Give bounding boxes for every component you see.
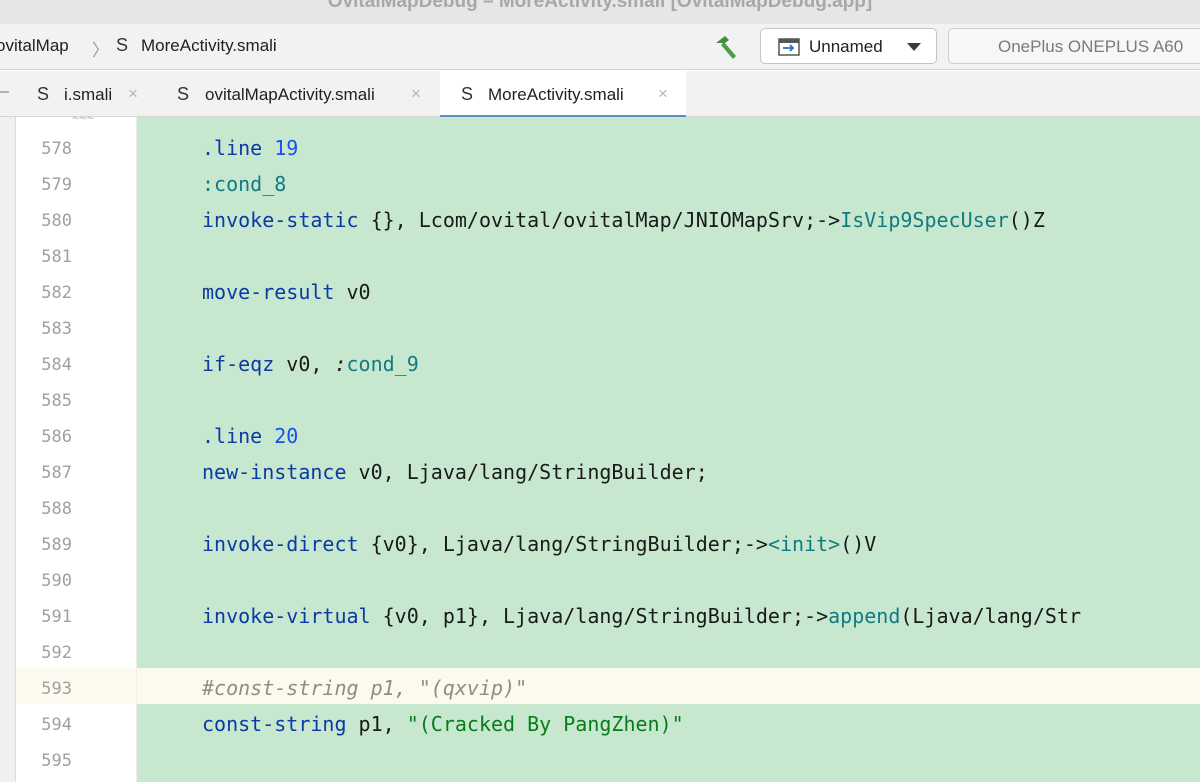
line-number: 589 [41, 535, 72, 555]
line-number: 595 [41, 751, 72, 771]
opcode-token: move-result [202, 280, 335, 304]
line-number: 583 [41, 319, 72, 339]
code-line-584: if-eqz v0, :cond_9 [202, 352, 419, 376]
line-number-caret: 593 [41, 679, 72, 699]
method-token: append [828, 604, 901, 628]
tab-moreactivity-smali[interactable]: S MoreActivity.smali × [440, 71, 686, 118]
code-line-580: invoke-static {}, Lcom/ovital/ovitalMap/… [202, 208, 1045, 232]
code-line-591: invoke-virtual {v0, p1}, Ljava/lang/Stri… [202, 604, 1081, 628]
close-icon[interactable]: × [128, 84, 138, 104]
smali-file-icon: S [116, 35, 129, 55]
window-title: OvitalMapDebug – MoreActivity.smali [Ovi… [327, 0, 873, 12]
directive-token: .line [202, 136, 263, 160]
smali-file-icon: S [177, 84, 190, 104]
smali-file-icon: S [37, 84, 50, 104]
tab-scroll-icon[interactable]: – [0, 83, 9, 101]
code-line-582: move-result v0 [202, 280, 371, 304]
tab-label: MoreActivity.smali [488, 85, 624, 104]
line-number: 592 [41, 643, 72, 663]
close-icon[interactable]: × [411, 84, 421, 104]
smali-file-icon: S [461, 84, 474, 104]
code-line-589: invoke-direct {v0}, Ljava/lang/StringBui… [202, 532, 876, 556]
code-line-587: new-instance v0, Ljava/lang/StringBuilde… [202, 460, 708, 484]
line-number: 585 [41, 391, 72, 411]
code-text: v0, Ljava/lang/StringBuilder; [346, 460, 708, 484]
code-text: p1, [346, 712, 407, 736]
line-number: 578 [41, 139, 72, 159]
line-number: 579 [41, 175, 72, 195]
run-config-selector[interactable]: Unnamed [760, 28, 937, 64]
editor-tabs: – S i.smali × S ovitalMapActivity.smali … [0, 71, 1200, 118]
tab-label: i.smali [64, 85, 113, 104]
line-number: 580 [41, 211, 72, 231]
code-text: v0, [274, 352, 335, 376]
device-label: OnePlus ONEPLUS A60 [998, 37, 1184, 56]
tab-i-smali[interactable]: S i.smali × [22, 71, 162, 117]
opcode-token: invoke-direct [202, 532, 359, 556]
code-line-594: const-string p1, "(Cracked By PangZhen)" [202, 712, 684, 736]
tool-window-strip [0, 117, 16, 782]
opcode-token: invoke-virtual [202, 604, 371, 628]
opcode-token: new-instance [202, 460, 347, 484]
hammer-icon[interactable] [712, 34, 742, 60]
string-token: "(Cracked By PangZhen)" [406, 712, 684, 736]
code-text: ()V [840, 532, 877, 556]
code-text: {v0, p1}, Ljava/lang/StringBuilder;-> [370, 604, 829, 628]
breadcrumb-chevron-icon: 〉 [92, 41, 109, 60]
close-icon[interactable]: × [658, 84, 668, 104]
code-text: {v0}, Ljava/lang/StringBuilder;-> [358, 532, 768, 556]
code-line-593-comment: #const-string p1, "(qxvip)" [202, 676, 528, 700]
code-line-586: .line 20 [202, 424, 298, 448]
device-selector[interactable]: OnePlus ONEPLUS A60 [948, 28, 1200, 64]
line-number: 581 [41, 247, 72, 267]
line-number: 591 [41, 607, 72, 627]
code-text: {}, Lcom/ovital/ovitalMap/JNIOMapSrv;-> [358, 208, 841, 232]
clipped-line-number: ~~~ [72, 117, 94, 125]
number-token: 20 [274, 424, 299, 448]
opcode-token: const-string [202, 712, 347, 736]
code-text: v0 [334, 280, 371, 304]
tab-ovitalmapactivity-smali[interactable]: S ovitalMapActivity.smali × [162, 71, 440, 117]
tab-label: ovitalMapActivity.smali [205, 85, 375, 104]
code-editor[interactable]: ~~~ 578 579 580 581 582 583 584 585 586 … [0, 117, 1200, 782]
window-titlebar: OvitalMapDebug – MoreActivity.smali [Ovi… [0, 0, 1200, 24]
line-number: 586 [41, 427, 72, 447]
opcode-token: invoke-static [202, 208, 359, 232]
breadcrumb-project[interactable]: ovitalMap [0, 36, 69, 56]
opcode-token: if-eqz [202, 352, 275, 376]
navigation-toolbar: ovitalMap 〉 S MoreActivity.smali Unnamed… [0, 24, 1200, 70]
label-token: cond_9 [346, 352, 419, 376]
code-text: (Ljava/lang/Str [900, 604, 1082, 628]
run-config-label: Unnamed [809, 37, 883, 56]
number-token: 19 [274, 136, 299, 160]
run-config-icon [778, 38, 800, 56]
code-text: ()Z [1008, 208, 1045, 232]
line-number: 590 [41, 571, 72, 591]
line-number: 588 [41, 499, 72, 519]
line-number: 582 [41, 283, 72, 303]
breadcrumb-file[interactable]: MoreActivity.smali [141, 36, 277, 56]
method-token: <init> [767, 532, 841, 556]
line-number: 594 [41, 715, 72, 735]
line-number: 587 [41, 463, 72, 483]
directive-token: .line [202, 424, 263, 448]
code-line-578: .line 19 [202, 136, 298, 160]
code-line-579: :cond_8 [202, 172, 287, 196]
chevron-down-icon [907, 43, 921, 51]
line-number: 584 [41, 355, 72, 375]
method-token: IsVip9SpecUser [840, 208, 1009, 232]
label-colon-token: : [334, 352, 347, 376]
